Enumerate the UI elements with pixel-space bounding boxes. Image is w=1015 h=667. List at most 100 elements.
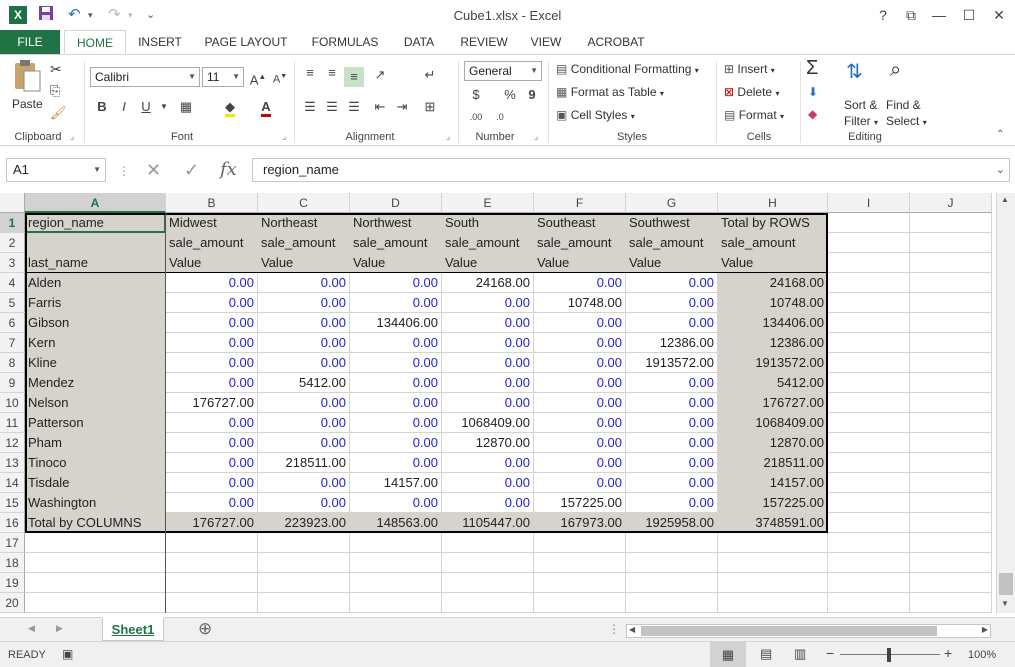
cell-a9[interactable]: Mendez bbox=[25, 373, 166, 393]
cell-d14[interactable]: 14157.00 bbox=[350, 473, 442, 493]
cell-f3[interactable]: Value bbox=[534, 253, 626, 273]
cell-h17[interactable] bbox=[718, 533, 828, 553]
add-sheet-icon[interactable]: ⊕ bbox=[198, 619, 212, 639]
cell-c20[interactable] bbox=[258, 593, 350, 613]
name-box[interactable]: A1 ▼ bbox=[6, 158, 106, 182]
autosum-icon[interactable]: Σ bbox=[806, 57, 818, 80]
clear-icon[interactable]: ◆ bbox=[808, 107, 817, 121]
cell-c17[interactable] bbox=[258, 533, 350, 553]
cell-e8[interactable]: 0.00 bbox=[442, 353, 534, 373]
prev-sheet-icon[interactable]: ◀ bbox=[28, 623, 35, 634]
tab-view[interactable]: VIEW bbox=[524, 30, 568, 54]
cell-g9[interactable]: 0.00 bbox=[626, 373, 718, 393]
cell-h8[interactable]: 1913572.00 bbox=[718, 353, 828, 373]
cell-g20[interactable] bbox=[626, 593, 718, 613]
cell-f18[interactable] bbox=[534, 553, 626, 573]
cell-i5[interactable] bbox=[828, 293, 910, 313]
cell-g3[interactable]: Value bbox=[626, 253, 718, 273]
cell-d15[interactable]: 0.00 bbox=[350, 493, 442, 513]
cell-j14[interactable] bbox=[910, 473, 992, 493]
cell-i17[interactable] bbox=[828, 533, 910, 553]
cell-i9[interactable] bbox=[828, 373, 910, 393]
row-header-13[interactable]: 13 bbox=[0, 453, 25, 473]
clipboard-launcher-icon[interactable]: ⌟ bbox=[70, 131, 74, 142]
fill-icon[interactable]: ⬇ bbox=[808, 85, 818, 99]
cell-f10[interactable]: 0.00 bbox=[534, 393, 626, 413]
cell-j19[interactable] bbox=[910, 573, 992, 593]
cell-b6[interactable]: 0.00 bbox=[166, 313, 258, 333]
wrap-text-icon[interactable]: ↵ bbox=[420, 65, 440, 85]
cell-a14[interactable]: Tisdale bbox=[25, 473, 166, 493]
cell-d13[interactable]: 0.00 bbox=[350, 453, 442, 473]
next-sheet-icon[interactable]: ▶ bbox=[56, 623, 63, 634]
cell-g19[interactable] bbox=[626, 573, 718, 593]
column-header-c[interactable]: C bbox=[258, 193, 350, 213]
tab-split-icon[interactable]: ⋮ bbox=[608, 622, 620, 636]
cell-i3[interactable] bbox=[828, 253, 910, 273]
cell-e5[interactable]: 0.00 bbox=[442, 293, 534, 313]
row-header-4[interactable]: 4 bbox=[0, 273, 25, 293]
cell-j6[interactable] bbox=[910, 313, 992, 333]
cell-c19[interactable] bbox=[258, 573, 350, 593]
font-color-icon[interactable]: A bbox=[256, 97, 276, 117]
cell-f5[interactable]: 10748.00 bbox=[534, 293, 626, 313]
cell-e10[interactable]: 0.00 bbox=[442, 393, 534, 413]
cell-j16[interactable] bbox=[910, 513, 992, 533]
cell-h16[interactable]: 3748591.00 bbox=[718, 513, 828, 533]
cell-g4[interactable]: 0.00 bbox=[626, 273, 718, 293]
cell-h14[interactable]: 14157.00 bbox=[718, 473, 828, 493]
cell-a11[interactable]: Patterson bbox=[25, 413, 166, 433]
cell-h6[interactable]: 134406.00 bbox=[718, 313, 828, 333]
cell-c8[interactable]: 0.00 bbox=[258, 353, 350, 373]
cell-d4[interactable]: 0.00 bbox=[350, 273, 442, 293]
cell-h3[interactable]: Value bbox=[718, 253, 828, 273]
cell-b16[interactable]: 176727.00 bbox=[166, 513, 258, 533]
cell-c10[interactable]: 0.00 bbox=[258, 393, 350, 413]
merge-center-icon[interactable]: ⊞ bbox=[420, 97, 440, 117]
cell-a19[interactable] bbox=[25, 573, 166, 593]
cell-d11[interactable]: 0.00 bbox=[350, 413, 442, 433]
close-button[interactable]: ✕ bbox=[986, 4, 1012, 26]
cell-c5[interactable]: 0.00 bbox=[258, 293, 350, 313]
cell-e14[interactable]: 0.00 bbox=[442, 473, 534, 493]
cell-b10[interactable]: 176727.00 bbox=[166, 393, 258, 413]
cell-e1[interactable]: South bbox=[442, 213, 534, 233]
format-as-table-button[interactable]: ▦ Format as Table ▾ bbox=[556, 85, 664, 99]
cell-b15[interactable]: 0.00 bbox=[166, 493, 258, 513]
cell-j12[interactable] bbox=[910, 433, 992, 453]
cell-g6[interactable]: 0.00 bbox=[626, 313, 718, 333]
cell-d1[interactable]: Northwest bbox=[350, 213, 442, 233]
cell-a15[interactable]: Washington bbox=[25, 493, 166, 513]
cell-g5[interactable]: 0.00 bbox=[626, 293, 718, 313]
cell-h19[interactable] bbox=[718, 573, 828, 593]
cell-c4[interactable]: 0.00 bbox=[258, 273, 350, 293]
row-header-5[interactable]: 5 bbox=[0, 293, 25, 313]
font-size-combo[interactable]: 11 ▼ bbox=[202, 67, 244, 87]
alignment-launcher-icon[interactable]: ⌟ bbox=[446, 131, 450, 142]
cell-j2[interactable] bbox=[910, 233, 992, 253]
cell-f9[interactable]: 0.00 bbox=[534, 373, 626, 393]
cell-f15[interactable]: 157225.00 bbox=[534, 493, 626, 513]
zoom-in-button[interactable]: + bbox=[944, 645, 952, 661]
enter-icon[interactable]: ✓ bbox=[184, 158, 199, 182]
cell-i13[interactable] bbox=[828, 453, 910, 473]
cell-g13[interactable]: 0.00 bbox=[626, 453, 718, 473]
row-header-10[interactable]: 10 bbox=[0, 393, 25, 413]
cell-f2[interactable]: sale_amount bbox=[534, 233, 626, 253]
cell-j20[interactable] bbox=[910, 593, 992, 613]
column-header-g[interactable]: G bbox=[626, 193, 718, 213]
cell-b5[interactable]: 0.00 bbox=[166, 293, 258, 313]
cell-d20[interactable] bbox=[350, 593, 442, 613]
cell-i4[interactable] bbox=[828, 273, 910, 293]
vertical-scrollbar[interactable]: ▲ ▼ bbox=[996, 193, 1015, 613]
align-left-icon[interactable]: ☰ bbox=[300, 97, 320, 117]
sort-filter-icon[interactable]: ⇅ bbox=[846, 59, 863, 84]
cell-b18[interactable] bbox=[166, 553, 258, 573]
ribbon-display-options-button[interactable]: ⧉ bbox=[898, 4, 924, 26]
cell-a4[interactable]: Alden bbox=[25, 273, 166, 293]
number-format-combo[interactable]: General ▼ bbox=[464, 61, 542, 81]
cell-c12[interactable]: 0.00 bbox=[258, 433, 350, 453]
cell-b2[interactable]: sale_amount bbox=[166, 233, 258, 253]
underline-button[interactable]: U bbox=[136, 97, 156, 117]
cell-a12[interactable]: Pham bbox=[25, 433, 166, 453]
